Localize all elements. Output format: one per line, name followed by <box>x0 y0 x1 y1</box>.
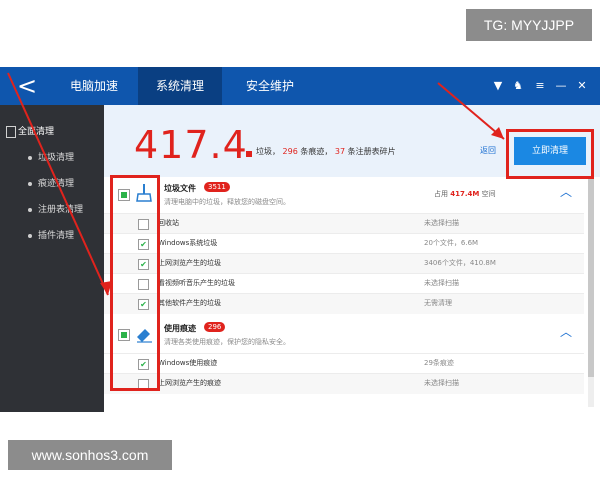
flag-icon[interactable]: ▼ <box>490 78 506 94</box>
sidebar-item-label: 插件清理 <box>38 231 75 241</box>
annotation-box-checkboxes <box>110 175 160 391</box>
scrollbar[interactable] <box>588 177 594 407</box>
close-icon[interactable]: ✕ <box>574 78 590 94</box>
item-status: 无需清理 <box>424 299 452 307</box>
item-status: 未选择扫描 <box>424 219 459 227</box>
menu-icon[interactable]: ≡ <box>532 78 548 94</box>
sidebar-item-label: 全面清理 <box>18 127 55 137</box>
count-badge: 296 <box>204 322 226 332</box>
bullet-icon <box>28 156 32 160</box>
label-traces: 条痕迹， <box>300 147 333 156</box>
item-name: 回收站 <box>158 219 179 227</box>
occupied-prefix: 占用 <box>434 190 448 198</box>
sidebar-item-garbage-cleanup[interactable]: 垃圾清理 <box>0 147 104 169</box>
item-name: 上网浏览产生的痕迹 <box>158 379 221 387</box>
list-item[interactable]: ✔ Windows使用痕迹 29条痕迹 <box>104 353 584 374</box>
label-garbage: 垃圾， <box>256 147 280 156</box>
cleaner-app-window: < 电脑加速 系统清理 安全维护 ▼ ♞ ≡ — ✕ 全面清理 垃圾清理 痕迹清… <box>0 67 600 412</box>
list-item[interactable]: 上网浏览产生的痕迹 未选择扫描 <box>104 373 584 394</box>
collapse-chevron-icon[interactable]: ︿ <box>560 323 572 340</box>
watermark-top: TG: MYYJJPP <box>466 9 592 41</box>
size-unit-mark <box>246 151 252 157</box>
occupied-suffix: 空间 <box>481 190 496 198</box>
item-name: 上网浏览产生的垃圾 <box>158 259 221 267</box>
traces-count: 296 <box>282 147 298 156</box>
return-link[interactable]: 返回 <box>480 145 496 156</box>
annotation-box-clean-button <box>506 129 594 179</box>
category-title: 垃圾文件 <box>164 184 196 193</box>
sidebar-item-plugin-cleanup[interactable]: 插件清理 <box>0 225 104 247</box>
scrollbar-thumb[interactable] <box>588 177 594 377</box>
category-title: 使用痕迹 <box>164 324 196 333</box>
collapse-chevron-icon[interactable]: ︿ <box>560 183 572 200</box>
item-status: 未选择扫描 <box>424 379 459 387</box>
item-name: Windows使用痕迹 <box>158 359 218 367</box>
item-name: 看视频听音乐产生的垃圾 <box>158 279 235 287</box>
sidebar-item-label: 垃圾清理 <box>38 153 75 163</box>
list-item[interactable]: ✔ Windows系统垃圾 20个文件，6.6M <box>104 233 584 254</box>
list-item[interactable]: ✔ 上网浏览产生的垃圾 3406个文件，410.8M <box>104 253 584 274</box>
back-arrow-icon[interactable]: < <box>14 72 40 100</box>
item-status: 29条痕迹 <box>424 359 454 367</box>
sidebar-item-label: 痕迹清理 <box>38 179 75 189</box>
cleanup-list: 垃圾文件 3511 清理电脑中的垃圾，释放您的磁盘空间。 占用 417.4M 空… <box>104 177 584 412</box>
item-status: 20个文件，6.6M <box>424 239 479 247</box>
list-item[interactable]: ✔ 其他软件产生的垃圾 无需清理 <box>104 293 584 314</box>
total-size: 417.4 <box>134 123 248 167</box>
title-bar: < 电脑加速 系统清理 安全维护 ▼ ♞ ≡ — ✕ <box>0 67 600 105</box>
tab-computer-speedup[interactable]: 电脑加速 <box>52 67 136 105</box>
category-description: 清理电脑中的垃圾，释放您的磁盘空间。 <box>164 198 290 206</box>
item-status: 3406个文件，410.8M <box>424 259 496 267</box>
item-name: Windows系统垃圾 <box>158 239 218 247</box>
skin-icon[interactable]: ♞ <box>510 78 526 94</box>
sidebar-item-trace-cleanup[interactable]: 痕迹清理 <box>0 173 104 195</box>
sidebar-item-full-cleanup[interactable]: 全面清理 <box>0 121 104 143</box>
sidebar-item-label: 注册表清理 <box>38 205 84 215</box>
list-item[interactable]: 看视频听音乐产生的垃圾 未选择扫描 <box>104 273 584 294</box>
tab-security-maintenance[interactable]: 安全维护 <box>228 67 312 105</box>
registry-count: 37 <box>334 147 346 156</box>
document-icon <box>6 126 16 138</box>
occupied-value: 417.4M <box>450 190 480 198</box>
item-name: 其他软件产生的垃圾 <box>158 299 221 307</box>
occupied-space: 占用 417.4M 空间 <box>434 189 496 199</box>
sidebar-item-registry-cleanup[interactable]: 注册表清理 <box>0 199 104 221</box>
category-description: 清理各类使用痕迹，保护您的隐私安全。 <box>164 338 290 346</box>
count-badge: 3511 <box>204 182 230 192</box>
sidebar: 全面清理 垃圾清理 痕迹清理 注册表清理 插件清理 <box>0 105 104 412</box>
bullet-icon <box>28 182 32 186</box>
watermark-bottom: www.sonhos3.com <box>8 440 172 470</box>
category-usage-traces: 使用痕迹 296 清理各类使用痕迹，保护您的隐私安全。 ︿ ✔ Windows使… <box>104 317 584 412</box>
bullet-icon <box>28 208 32 212</box>
list-item[interactable]: 回收站 未选择扫描 <box>104 213 584 234</box>
summary-text: 垃圾， 296 条痕迹， 37 条注册表碎片 <box>256 146 396 157</box>
label-registry: 条注册表碎片 <box>347 147 396 156</box>
category-garbage-files: 垃圾文件 3511 清理电脑中的垃圾，释放您的磁盘空间。 占用 417.4M 空… <box>104 177 584 314</box>
tab-system-cleanup[interactable]: 系统清理 <box>138 67 222 105</box>
minimize-icon[interactable]: — <box>553 78 569 94</box>
bullet-icon <box>28 234 32 238</box>
item-status: 未选择扫描 <box>424 279 459 287</box>
